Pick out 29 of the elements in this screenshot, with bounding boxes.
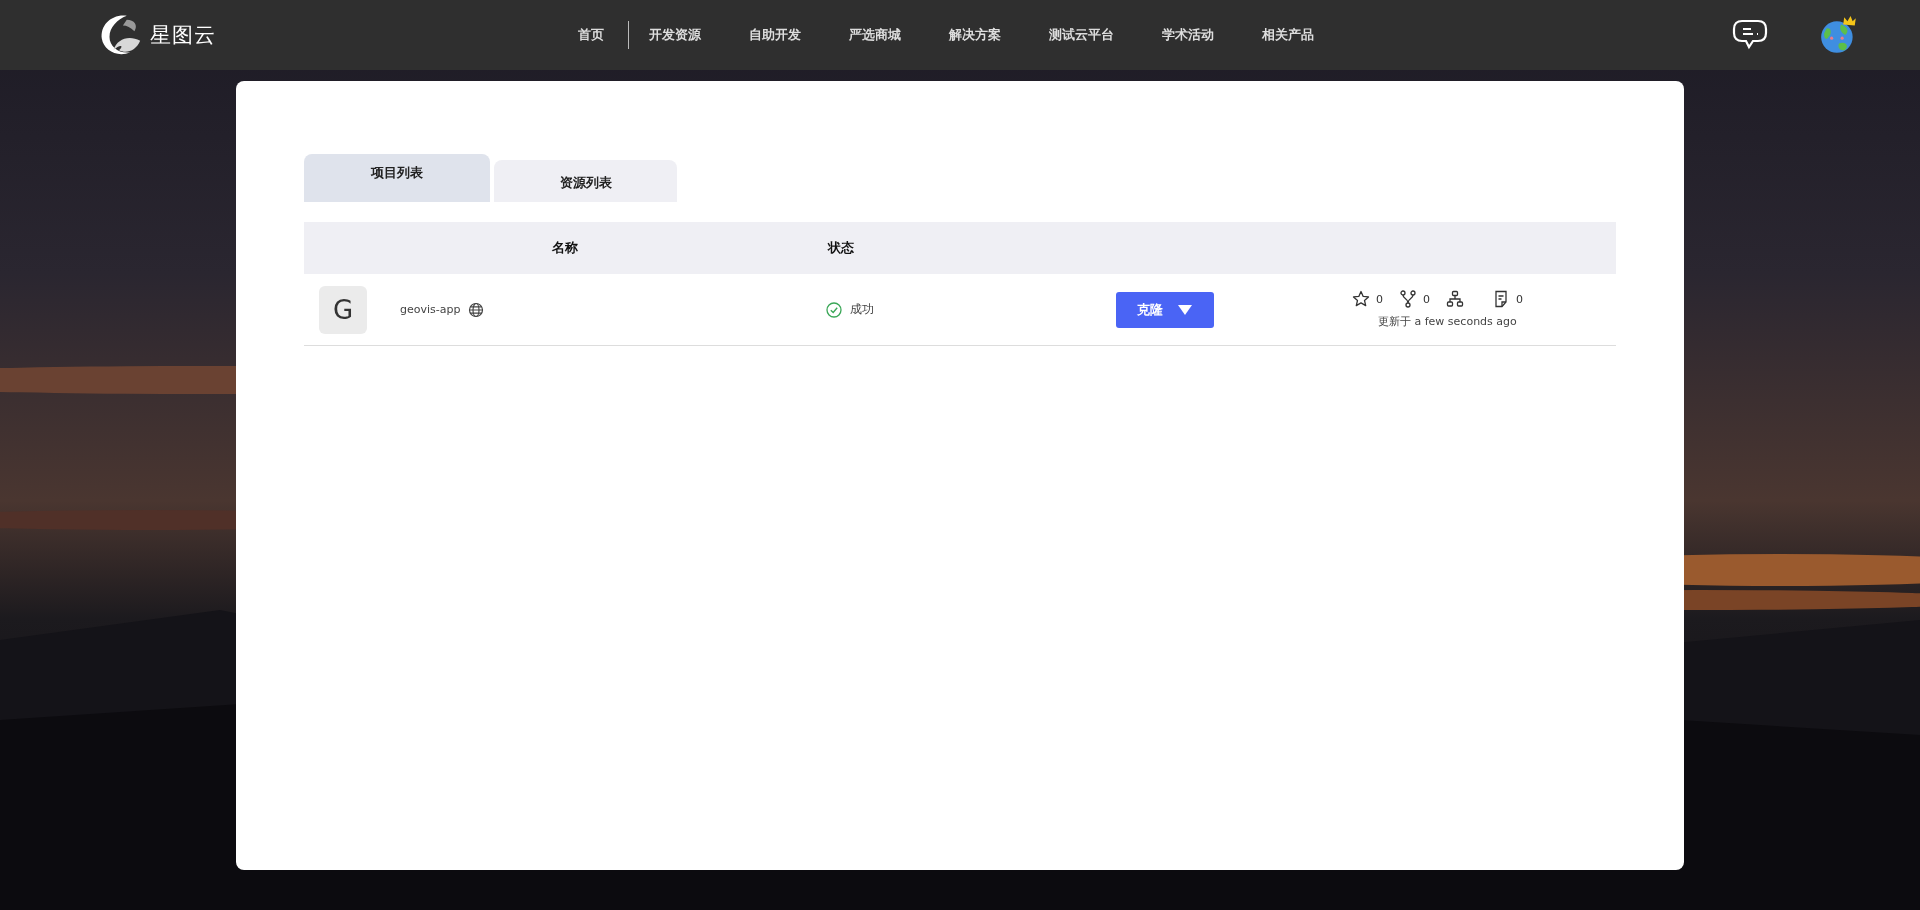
column-header: 名称 <box>551 239 579 257</box>
nav-link[interactable]: 相关产品 <box>1262 26 1338 44</box>
tab[interactable]: 项目列表 <box>304 154 490 202</box>
nav-link[interactable]: 解决方案 <box>949 26 1025 44</box>
updated-time: 更新于 a few seconds ago <box>1378 314 1517 329</box>
document-icon[interactable] <box>1492 290 1510 308</box>
star-icon[interactable] <box>1352 290 1370 308</box>
clone-button[interactable]: 克隆 <box>1116 291 1214 328</box>
nav-link[interactable]: 学术活动 <box>1162 26 1238 44</box>
status-text: 成功 <box>850 301 874 318</box>
column-header: 状态 <box>826 239 855 257</box>
document-count: 0 <box>1516 292 1523 306</box>
success-check-icon <box>826 301 842 318</box>
fork-icon[interactable] <box>1399 290 1417 308</box>
globe-icon <box>468 301 485 318</box>
tab[interactable]: 资源列表 <box>494 160 677 202</box>
logo-text: 星图云 <box>150 22 216 49</box>
caret-icon <box>1177 303 1193 316</box>
nav-link[interactable]: 测试云平台 <box>1049 26 1138 44</box>
nav-link[interactable]: 自助开发 <box>749 26 825 44</box>
nav-link[interactable]: 开发资源 <box>649 26 725 44</box>
star-count: 0 <box>1376 292 1383 306</box>
project-link[interactable]: geovis-app <box>400 303 461 316</box>
nav-link[interactable]: 严选商城 <box>849 26 925 44</box>
project-avatar: G <box>319 285 367 334</box>
nav-link[interactable]: 首页 <box>578 26 628 44</box>
chat-bubble-icon[interactable] <box>1732 19 1768 51</box>
fork-count: 0 <box>1423 292 1430 306</box>
hierarchy-icon[interactable] <box>1446 290 1464 308</box>
